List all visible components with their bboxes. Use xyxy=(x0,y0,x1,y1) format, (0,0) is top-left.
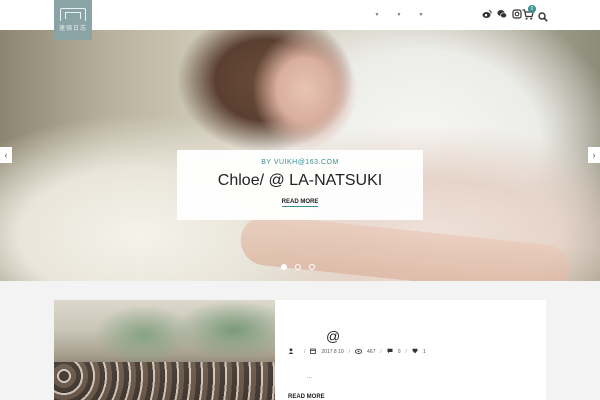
site-header: 速骑日志 ▼ ▼ ▼ 0 xyxy=(0,0,600,40)
post-thumbnail[interactable] xyxy=(54,300,275,400)
comment-icon xyxy=(387,348,393,356)
post-comments[interactable]: 0 xyxy=(398,349,401,355)
post-excerpt: ... xyxy=(307,374,313,380)
chevron-right-icon: › xyxy=(592,150,596,160)
meta-separator: / xyxy=(348,349,351,355)
cart-count-badge: 0 xyxy=(528,5,536,13)
meta-separator: / xyxy=(405,349,407,355)
slider-dot[interactable] xyxy=(295,264,301,270)
slider-prev-button[interactable]: ‹ xyxy=(0,147,12,163)
slide-byline: BY VUIKH@163.COM xyxy=(261,159,339,166)
slide-caption: BY VUIKH@163.COM Chloe/ @ LA-NATSUKI REA… xyxy=(177,150,423,220)
nav-menu-2[interactable]: ▼ xyxy=(394,10,404,20)
meta-separator: / xyxy=(380,349,382,355)
weibo-icon[interactable] xyxy=(482,9,492,19)
chevron-down-icon: ▼ xyxy=(374,12,380,18)
chevron-down-icon: ▼ xyxy=(396,12,402,18)
meta-separator: / xyxy=(304,349,306,355)
main-nav: ▼ ▼ ▼ xyxy=(372,10,426,20)
post-date: 2017 8 10 xyxy=(321,349,344,355)
logo-text: 速骑日志 xyxy=(58,26,87,32)
slide-title[interactable]: Chloe/ @ LA-NATSUKI xyxy=(177,172,423,190)
slide-read-more-button[interactable]: READ MORE xyxy=(281,199,319,207)
hero-image-detail xyxy=(238,212,572,281)
heart-icon[interactable] xyxy=(412,348,418,356)
post-read-more-button[interactable]: READ MORE xyxy=(288,394,325,400)
post-likes: 1 xyxy=(422,349,426,355)
hero-slider: BY VUIKH@163.COM Chloe/ @ LA-NATSUKI REA… xyxy=(0,30,600,281)
chevron-down-icon: ▼ xyxy=(418,12,424,18)
nav-menu-1[interactable]: ▼ xyxy=(372,10,382,20)
nav-menu-3[interactable]: ▼ xyxy=(416,10,426,20)
post-meta: / 2017 8 10 / 467 / 0 / 1 xyxy=(288,348,426,356)
social-links xyxy=(482,9,522,19)
instagram-icon[interactable] xyxy=(512,9,522,19)
post-card: @ / 2017 8 10 / 467 / 0 / 1 ... READ MOR… xyxy=(54,300,546,400)
logo-emblem xyxy=(60,8,86,21)
slider-next-button[interactable]: › xyxy=(588,147,600,163)
eye-icon xyxy=(354,348,363,356)
slider-dots xyxy=(281,264,315,270)
chevron-left-icon: ‹ xyxy=(4,150,8,160)
post-title[interactable]: @ xyxy=(326,328,340,344)
site-logo[interactable]: 速骑日志 xyxy=(54,0,92,40)
thumbnail-crowd-detail xyxy=(54,362,275,400)
user-icon xyxy=(288,348,294,356)
post-views: 467 xyxy=(367,349,376,355)
slider-dot[interactable] xyxy=(309,264,315,270)
slider-dot[interactable] xyxy=(281,264,287,270)
search-icon[interactable] xyxy=(538,9,548,22)
wechat-icon[interactable] xyxy=(497,9,507,19)
calendar-icon xyxy=(310,348,317,356)
